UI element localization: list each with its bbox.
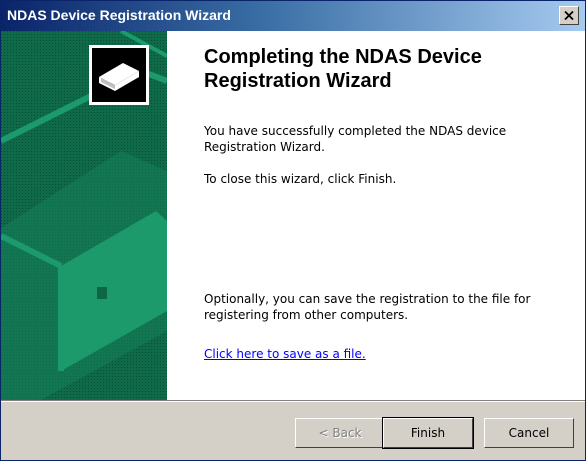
cancel-button[interactable]: Cancel [484, 418, 574, 448]
finish-button[interactable]: Finish [382, 417, 474, 449]
content-area: Completing the NDAS Device Registration … [204, 45, 574, 93]
page-title: Completing the NDAS Device Registration … [204, 46, 482, 92]
completion-text: You have successfully completed the NDAS… [204, 124, 507, 154]
close-button[interactable] [559, 6, 579, 25]
footer-separator [1, 400, 585, 402]
save-option-text: Optionally, you can save the registratio… [204, 292, 531, 322]
device-icon [89, 45, 149, 105]
wizard-sidebar-graphic [1, 31, 167, 400]
save-as-file-link[interactable]: Click here to save as a file. [204, 347, 366, 361]
close-instruction-text: To close this wizard, click Finish. [204, 172, 397, 186]
back-button[interactable]: < Back [295, 418, 385, 448]
close-icon [564, 11, 574, 20]
wizard-body: Completing the NDAS Device Registration … [1, 31, 585, 400]
window-title: NDAS Device Registration Wizard [7, 7, 231, 23]
wizard-window: NDAS Device Registration Wizard Completi… [0, 0, 586, 461]
title-bar: NDAS Device Registration Wizard [1, 1, 585, 31]
